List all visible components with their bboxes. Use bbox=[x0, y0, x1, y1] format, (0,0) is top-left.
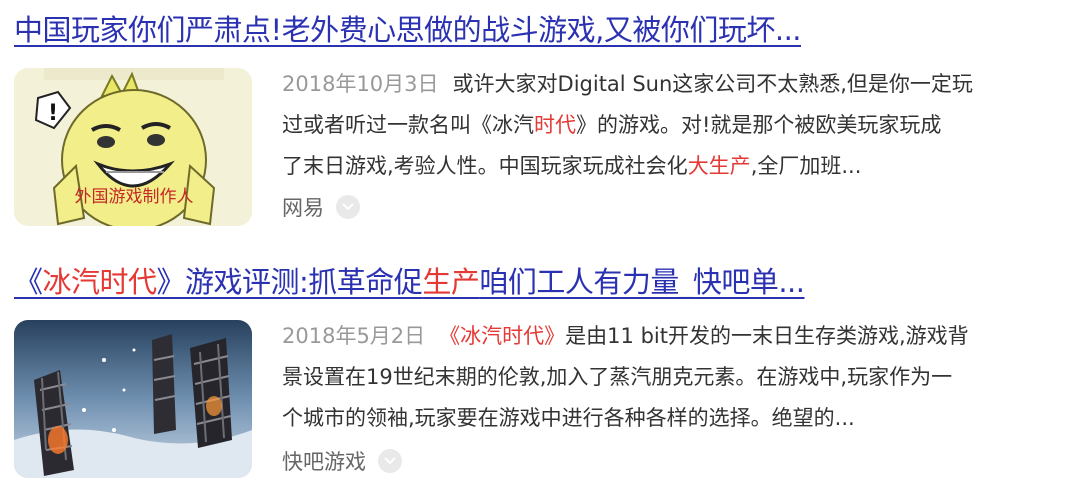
source-name[interactable]: 快吧游戏 bbox=[282, 446, 366, 476]
title-text: 》游戏评测:抓革命促 bbox=[156, 265, 423, 299]
snippet-line: 了末日游戏,考验人性。中国玩家玩成社会化大生产,全厂加班... bbox=[282, 146, 1062, 187]
title-highlight: 冰汽时代 bbox=[42, 265, 158, 299]
thumb-caption: 外国游戏制作人 bbox=[75, 187, 194, 207]
result-2-date: 2018年5月2日 bbox=[282, 324, 426, 348]
snippet-line: 2018年10月3日 或许大家对Digital Sun这家公司不太熟悉,但是你一定… bbox=[282, 64, 1062, 105]
snippet-text: 景设置在19世纪末期的伦敦,加入了蒸汽朋克元素。在游戏中,玩家作为一 bbox=[282, 365, 953, 389]
title-highlight: 生产 bbox=[422, 265, 480, 299]
result-1-thumbnail[interactable]: ! 外国游戏制作人 bbox=[14, 68, 252, 226]
snippet-highlight: 大生产 bbox=[687, 154, 751, 178]
frostpunk-scene-image bbox=[14, 320, 252, 478]
snippet-line: 个城市的领袖,玩家要在游戏中进行各种各样的选择。绝望的... bbox=[282, 398, 1062, 439]
title-text: 咱们工人有力量_快吧单... bbox=[479, 265, 805, 299]
result-2-title-link[interactable]: 《冰汽时代》游戏评测:抓革命促生产咱们工人有力量_快吧单... bbox=[14, 262, 805, 302]
svg-text:!: ! bbox=[48, 101, 58, 126]
search-result-1: 中国玩家你们严肃点!老外费心思做的战斗游戏,又被你们玩坏... ! 外国游戏制作… bbox=[0, 0, 1080, 240]
meme-face-image: ! 外国游戏制作人 bbox=[14, 68, 252, 226]
snippet-text: 了末日游戏,考验人性。中国玩家玩成社会化 bbox=[282, 154, 688, 178]
snippet-text: ,全厂加班... bbox=[750, 154, 862, 178]
snippet-line: 2018年5月2日 《冰汽时代》是由11 bit开发的一末日生存类游戏,游戏背 bbox=[282, 316, 1062, 357]
result-2-snippet: 2018年5月2日 《冰汽时代》是由11 bit开发的一末日生存类游戏,游戏背 景… bbox=[282, 316, 1062, 439]
chevron-down-icon[interactable] bbox=[336, 195, 360, 219]
source-name[interactable]: 网易 bbox=[282, 192, 324, 222]
result-2-source: 快吧游戏 bbox=[282, 446, 402, 476]
chevron-down-icon[interactable] bbox=[378, 449, 402, 473]
result-1-snippet: 2018年10月3日 或许大家对Digital Sun这家公司不太熟悉,但是你一定… bbox=[282, 64, 1062, 187]
snippet-text: 》的游戏。对!就是那个被欧美玩家玩成 bbox=[576, 113, 942, 137]
search-result-2: 《冰汽时代》游戏评测:抓革命促生产咱们工人有力量_快吧单... 2018年5月2… bbox=[0, 250, 1080, 490]
result-1-title-link[interactable]: 中国玩家你们严肃点!老外费心思做的战斗游戏,又被你们玩坏... bbox=[14, 10, 802, 50]
snippet-text: 或许大家对Digital Sun这家公司不太熟悉,但是你一定玩 bbox=[452, 72, 973, 96]
snippet-line: 景设置在19世纪末期的伦敦,加入了蒸汽朋克元素。在游戏中,玩家作为一 bbox=[282, 357, 1062, 398]
snippet-text: 个城市的领袖,玩家要在游戏中进行各种各样的选择。绝望的... bbox=[282, 406, 855, 430]
snippet-highlight: 《冰汽时代》 bbox=[439, 324, 566, 348]
snippet-text: 是由11 bit开发的一末日生存类游戏,游戏背 bbox=[565, 324, 969, 348]
title-text: 《 bbox=[14, 265, 43, 299]
result-2-thumbnail[interactable] bbox=[14, 320, 252, 478]
snippet-line: 过或者听过一款名叫《冰汽时代》的游戏。对!就是那个被欧美玩家玩成 bbox=[282, 105, 1062, 146]
result-1-source: 网易 bbox=[282, 192, 360, 222]
snippet-highlight: 时代 bbox=[534, 113, 576, 137]
result-1-title-text: 中国玩家你们严肃点!老外费心思做的战斗游戏,又被你们玩坏... bbox=[14, 13, 802, 47]
snippet-text: 过或者听过一款名叫《冰汽 bbox=[282, 113, 534, 137]
result-1-date: 2018年10月3日 bbox=[282, 72, 439, 96]
